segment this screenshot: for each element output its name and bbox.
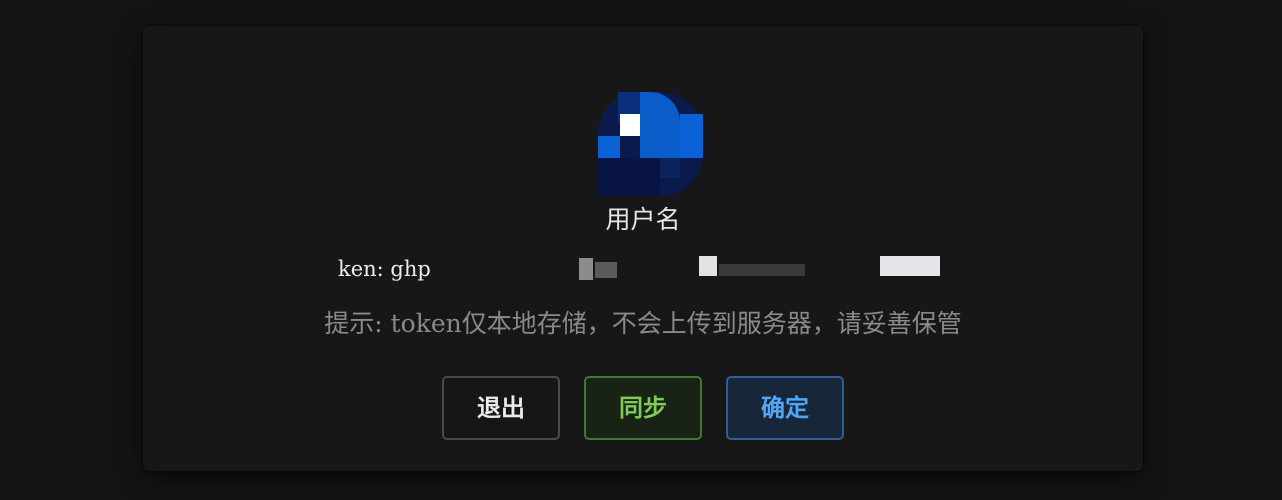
username-label: 用户名 [605,205,681,234]
exit-button[interactable]: 退出 [442,376,560,440]
token-value: ken: ghp [143,254,1143,284]
avatar [598,92,703,196]
action-buttons: 退出 同步 确定 [442,376,844,440]
token-text: ken: ghp [338,257,431,281]
sync-button[interactable]: 同步 [584,376,702,440]
confirm-button[interactable]: 确定 [726,376,844,440]
token-hint: 提示: token仅本地存储，不会上传到服务器，请妥善保管 [324,309,962,338]
token-settings-dialog: 用户名 ken: ghp 提示: token仅本地存储，不会上传到服务器，请妥善… [143,26,1143,471]
